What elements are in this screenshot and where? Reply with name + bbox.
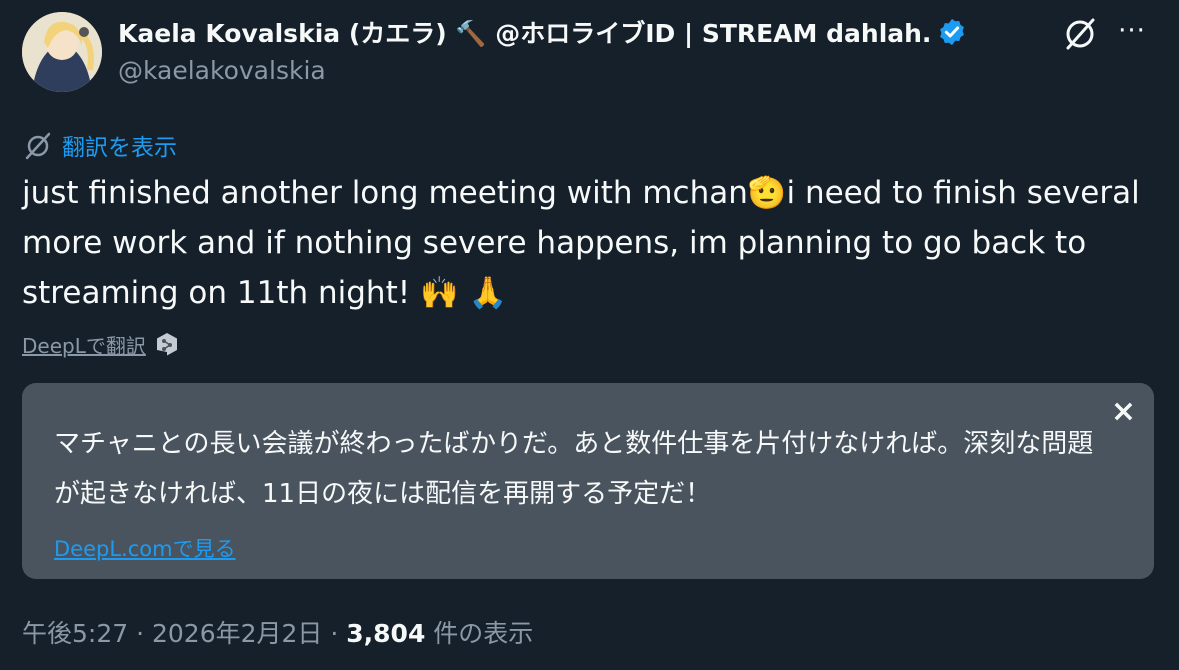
- close-icon[interactable]: ×: [1111, 397, 1136, 427]
- translation-text: マチャニとの長い会議が終わったばかりだ。あと数件仕事を片付けなければ。深刻な問題…: [54, 429, 1094, 509]
- verified-badge-icon[interactable]: [937, 17, 967, 47]
- tweet-date[interactable]: 2026年2月2日: [152, 619, 322, 648]
- author-display-name-text: Kaela Kovalskia (カエラ) 🔨 @ホロライブID | STREA…: [118, 19, 932, 48]
- deepl-com-link[interactable]: DeepL.comで見る: [54, 533, 236, 563]
- tweet-time[interactable]: 午後5:27: [22, 619, 128, 648]
- more-icon[interactable]: ···: [1114, 16, 1150, 52]
- grok-slash-icon[interactable]: [1060, 14, 1100, 54]
- show-translation-label[interactable]: 翻訳を表示: [62, 128, 177, 162]
- views-label: 件の表示: [425, 619, 534, 648]
- avatar[interactable]: [22, 12, 102, 92]
- meta-separator: ·: [322, 619, 347, 648]
- deepl-logo-icon: [156, 332, 177, 355]
- translate-slash-icon: [25, 132, 51, 160]
- tweet-text: just finished another long meeting with …: [22, 175, 1140, 311]
- deepl-translate-row[interactable]: DeepLで翻訳: [22, 330, 180, 359]
- author-handle[interactable]: @kaelakovalskia: [118, 56, 326, 85]
- tweet-meta: 午後5:27 · 2026年2月2日 · 3,804 件の表示: [22, 614, 533, 650]
- views-count: 3,804: [346, 619, 426, 648]
- author-display-name[interactable]: Kaela Kovalskia (カエラ) 🔨 @ホロライブID | STREA…: [118, 14, 967, 50]
- deepl-translate-link[interactable]: DeepLで翻訳: [22, 330, 146, 359]
- translation-panel: × マチャニとの長い会議が終わったばかりだ。あと数件仕事を片付けなければ。深刻な…: [22, 383, 1154, 579]
- show-translation-link[interactable]: 翻訳を表示: [22, 128, 177, 162]
- meta-separator: ·: [128, 619, 152, 648]
